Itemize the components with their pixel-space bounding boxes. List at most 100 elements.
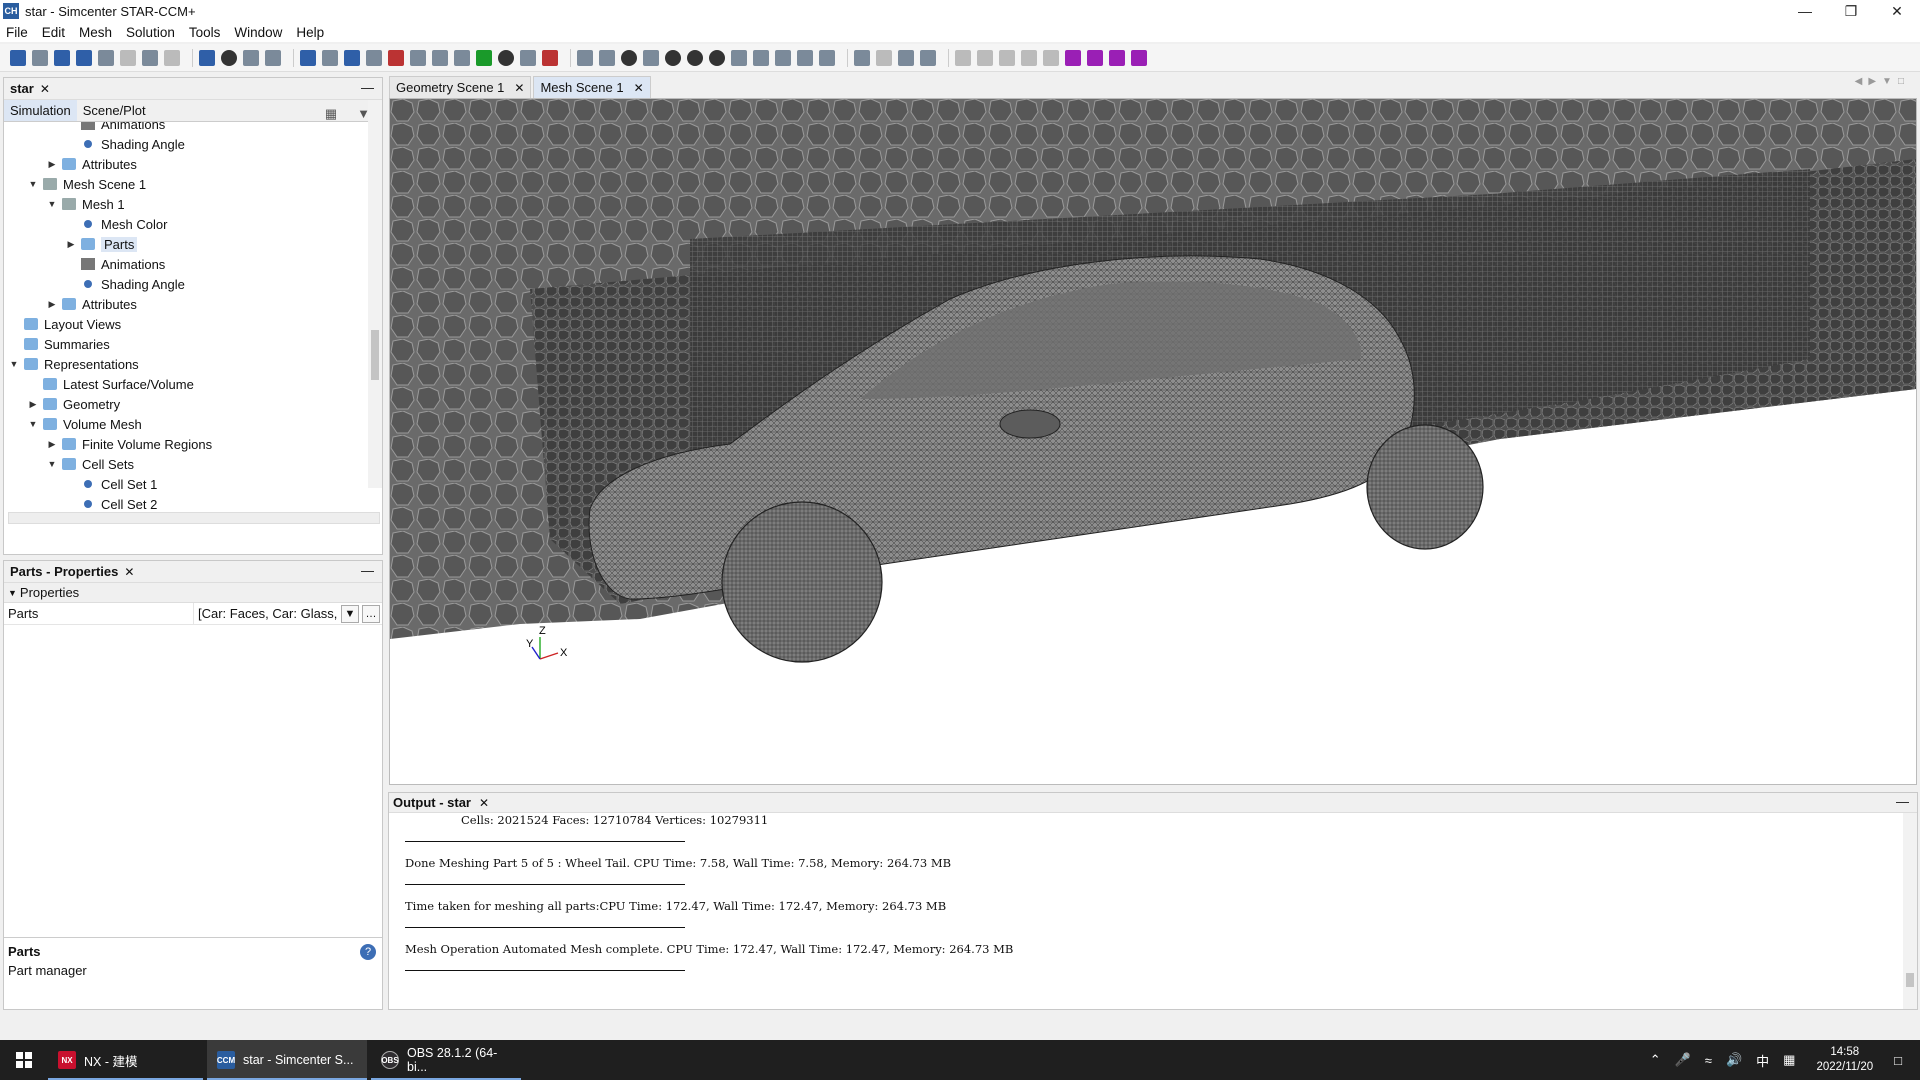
snapshot-icon[interactable]	[898, 49, 914, 66]
ellipsis-button[interactable]: …	[362, 605, 380, 623]
back-arrow-icon[interactable]	[687, 49, 703, 66]
tab-mesh-scene-1[interactable]: Mesh Scene 1 ✕	[533, 76, 651, 98]
probe-icon[interactable]	[520, 49, 536, 66]
flag-icon[interactable]	[476, 49, 492, 66]
step-icon[interactable]	[221, 49, 237, 66]
plot-icon[interactable]	[432, 49, 448, 66]
start-button[interactable]	[0, 1040, 48, 1080]
scene-tab-nav[interactable]: ◀▶▼□	[1855, 76, 1910, 87]
zoom-box-icon[interactable]	[643, 49, 659, 66]
scrollbar-thumb[interactable]	[371, 330, 379, 380]
mesh-scene-viewport[interactable]: Z Y X	[389, 98, 1917, 785]
save-as-icon[interactable]	[76, 49, 92, 66]
pause-icon[interactable]	[243, 49, 259, 66]
redo-icon[interactable]	[164, 49, 180, 66]
tree-panel-tab[interactable]: star	[10, 81, 34, 96]
palette-icon[interactable]	[1087, 49, 1103, 66]
layout-icon[interactable]	[819, 49, 835, 66]
tree-node[interactable]: ▼ Representations	[8, 354, 139, 374]
rotate-icon[interactable]	[731, 49, 747, 66]
close-icon[interactable]: ✕	[479, 796, 489, 810]
minimize-panel-icon[interactable]: —	[1896, 794, 1909, 809]
mesh-operation-icon[interactable]	[322, 49, 338, 66]
palette-dropdown-icon[interactable]	[1131, 49, 1147, 66]
ruler-icon[interactable]	[775, 49, 791, 66]
tree-scrollbar[interactable]	[368, 100, 382, 488]
tree-node[interactable]: Animations	[65, 122, 165, 134]
property-row-parts[interactable]: Parts [Car: Faces, Car: Glass, C ▼ …	[4, 603, 382, 625]
minimize-icon[interactable]: —	[1782, 0, 1828, 22]
taskbar-item-starccm[interactable]: CCM star - Simcenter S...	[207, 1040, 367, 1080]
record-animation-icon[interactable]	[1043, 49, 1059, 66]
tree-node[interactable]: Layout Views	[8, 314, 121, 334]
tree-node[interactable]: Cell Set 2	[65, 494, 157, 510]
minimize-panel-icon[interactable]: —	[361, 80, 374, 95]
copy-icon[interactable]	[98, 49, 114, 66]
tree-node[interactable]: Shading Angle	[65, 134, 185, 154]
menu-edit[interactable]: Edit	[42, 25, 65, 40]
properties-section[interactable]: ▼ Properties	[4, 583, 382, 603]
tree-node[interactable]: ▼ Cell Sets	[46, 454, 135, 474]
view-icon[interactable]	[577, 49, 593, 66]
collapsed-arrow-icon[interactable]: ▶	[27, 399, 39, 410]
tree-node[interactable]: Mesh Color	[65, 214, 167, 234]
collapsed-arrow-icon[interactable]: ▶	[46, 299, 58, 310]
tree-node[interactable]: Summaries	[8, 334, 110, 354]
properties-panel-tab[interactable]: Parts - Properties	[10, 564, 118, 579]
help-icon[interactable]: ?	[360, 944, 376, 960]
taskbar-item-obs[interactable]: OBS OBS 28.1.2 (64-bi...	[371, 1040, 521, 1080]
menu-window[interactable]: Window	[234, 25, 282, 40]
new-simulation-icon[interactable]	[10, 49, 26, 66]
volume-icon[interactable]: 🔊	[1726, 1052, 1742, 1068]
taskbar-item-nx[interactable]: NX NX - 建模	[48, 1040, 203, 1080]
tree-node[interactable]: ▶ Parts	[65, 234, 138, 254]
palette-options-icon[interactable]	[1109, 49, 1125, 66]
tree-node[interactable]: ▶ Attributes	[46, 294, 137, 314]
grid-icon[interactable]	[797, 49, 813, 66]
expanded-arrow-icon[interactable]: ▼	[46, 459, 58, 469]
paste-icon[interactable]	[120, 49, 136, 66]
forward-arrow-icon[interactable]	[709, 49, 725, 66]
output-scrollbar[interactable]	[1903, 813, 1917, 1009]
undo-icon[interactable]	[142, 49, 158, 66]
tree-node[interactable]: ▶ Attributes	[46, 154, 137, 174]
save-icon[interactable]	[54, 49, 70, 66]
tree-node[interactable]: Animations	[65, 254, 165, 274]
network-icon[interactable]: ≈	[1705, 1053, 1712, 1068]
pick-icon[interactable]	[854, 49, 870, 66]
tree-node[interactable]: ▼ Mesh 1	[46, 194, 125, 214]
transform-icon[interactable]	[876, 49, 892, 66]
collapsed-arrow-icon[interactable]: ▶	[46, 159, 58, 170]
property-value[interactable]: [Car: Faces, Car: Glass, C	[194, 606, 340, 621]
expanded-arrow-icon[interactable]: ▼	[27, 179, 39, 189]
menu-tools[interactable]: Tools	[189, 25, 221, 40]
collapsed-arrow-icon[interactable]: ▶	[46, 439, 58, 450]
next-frame-icon[interactable]	[1021, 49, 1037, 66]
menu-file[interactable]: File	[6, 25, 28, 40]
tree-node[interactable]: ▼ Volume Mesh	[27, 414, 142, 434]
keyboard-icon[interactable]: ▦	[1783, 1052, 1795, 1068]
scene-icon[interactable]	[410, 49, 426, 66]
color-map-icon[interactable]	[1065, 49, 1081, 66]
minimize-panel-icon[interactable]: —	[361, 563, 374, 578]
tree-node[interactable]: Latest Surface/Volume	[27, 374, 194, 394]
generate-mesh-icon[interactable]	[344, 49, 360, 66]
record-icon[interactable]	[542, 49, 558, 66]
close-icon[interactable]: ✕	[40, 82, 50, 96]
expanded-arrow-icon[interactable]: ▼	[27, 419, 39, 429]
stop-icon[interactable]	[265, 49, 281, 66]
clear-mesh-icon[interactable]	[388, 49, 404, 66]
tree-horizontal-scrollbar[interactable]	[8, 512, 380, 524]
chevron-up-icon[interactable]: ⌃	[1650, 1052, 1661, 1068]
filter-icon[interactable]: ▼	[341, 605, 359, 623]
menu-solution[interactable]: Solution	[126, 25, 175, 40]
output-tab[interactable]: Output - star	[393, 795, 471, 810]
notification-icon[interactable]: □	[1894, 1053, 1902, 1068]
ime-indicator[interactable]: 中	[1756, 1051, 1769, 1070]
fit-view-icon[interactable]	[599, 49, 615, 66]
person-icon[interactable]	[498, 49, 514, 66]
link-icon[interactable]	[753, 49, 769, 66]
tree-node[interactable]: Cell Set 1	[65, 474, 157, 494]
scrollbar-thumb[interactable]	[1906, 973, 1914, 987]
tab-scene-plot[interactable]: Scene/Plot	[77, 100, 152, 121]
